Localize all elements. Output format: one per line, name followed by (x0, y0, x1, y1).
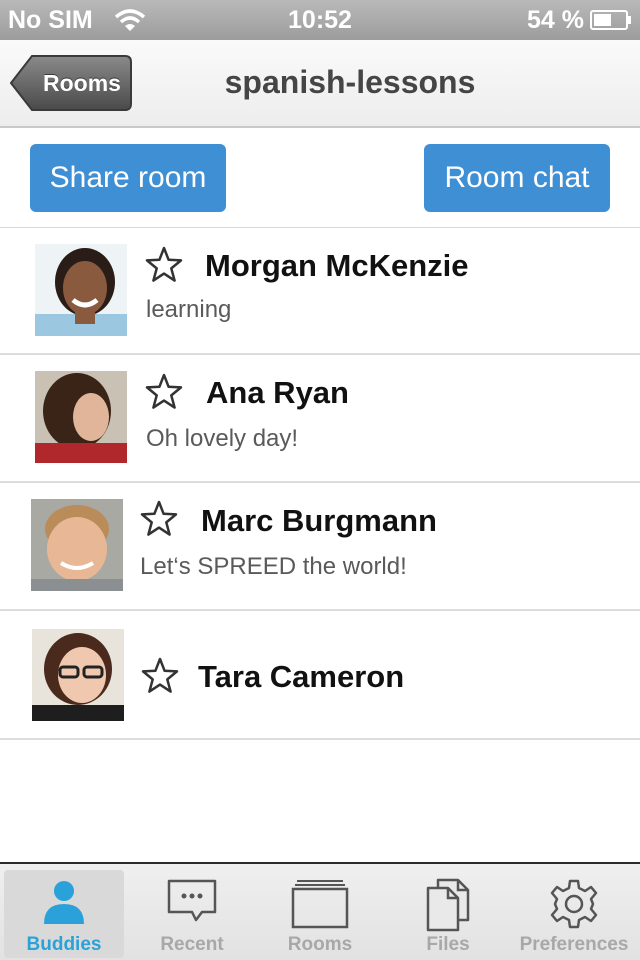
page-title: spanish-lessons (224, 64, 476, 100)
navigation-bar: Rooms spanish-lessons (0, 40, 640, 128)
room-chat-button[interactable]: Room chat (424, 144, 610, 212)
buddy-name: Morgan McKenzie (205, 248, 469, 283)
buddy-list: Morgan McKenzie learning Ana Ryan Oh lov… (0, 228, 640, 740)
share-room-button[interactable]: Share room (30, 144, 226, 212)
buddy-row[interactable]: Ana Ryan Oh lovely day! (0, 355, 640, 483)
gear-icon (550, 879, 598, 929)
avatar (35, 371, 127, 463)
battery-percent: 54 % (527, 6, 584, 34)
buddy-row[interactable]: Tara Cameron (0, 611, 640, 740)
avatar (32, 629, 124, 721)
tab-label: Buddies (26, 934, 102, 955)
buddy-status: Let‘s SPREED the world! (140, 553, 407, 580)
rooms-stack-icon (291, 880, 349, 929)
tab-rooms[interactable]: Rooms (260, 870, 380, 958)
buddy-name: Ana Ryan (206, 375, 349, 410)
tab-bar: Buddies Recent Rooms Files Preferences (0, 862, 640, 960)
tab-buddies[interactable]: Buddies (4, 870, 124, 958)
tab-label: Files (426, 934, 470, 955)
avatar (31, 499, 123, 591)
room-actions: Share room Room chat (0, 130, 640, 228)
tab-preferences[interactable]: Preferences (514, 870, 634, 958)
buddy-name: Tara Cameron (198, 659, 405, 694)
buddy-name: Marc Burgmann (201, 503, 437, 538)
buddy-row[interactable]: Marc Burgmann Let‘s SPREED the world! (0, 483, 640, 611)
back-button-label: Rooms (43, 70, 121, 96)
battery-icon (590, 10, 631, 30)
favorite-star-icon[interactable] (144, 245, 184, 285)
buddy-status: learning (146, 296, 232, 323)
favorite-star-icon[interactable] (140, 656, 180, 696)
documents-icon (426, 878, 470, 932)
avatar (35, 244, 127, 336)
chat-bubble-icon (167, 879, 217, 922)
favorite-star-icon[interactable] (144, 372, 184, 412)
favorite-star-icon[interactable] (139, 499, 179, 539)
status-bar: No SIM 10:52 54 % (0, 0, 640, 40)
buddy-status: Oh lovely day! (146, 425, 299, 452)
tab-recent[interactable]: Recent (132, 870, 252, 958)
tab-label: Recent (160, 934, 224, 955)
person-icon (44, 881, 84, 924)
buddy-row[interactable]: Morgan McKenzie learning (0, 228, 640, 355)
tab-files[interactable]: Files (388, 870, 508, 958)
tab-label: Preferences (519, 934, 629, 955)
back-button[interactable]: Rooms (10, 54, 132, 112)
tab-label: Rooms (287, 934, 353, 955)
